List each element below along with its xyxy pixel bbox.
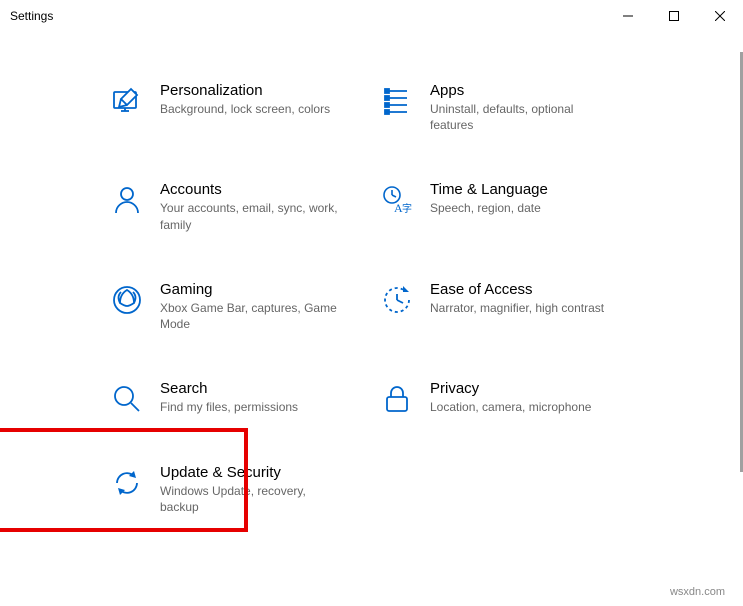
category-title: Accounts	[160, 181, 360, 198]
category-desc: Location, camera, microphone	[430, 399, 610, 415]
personalization-icon	[110, 84, 144, 118]
category-title: Time & Language	[430, 181, 630, 198]
category-update-security[interactable]: Update & Security Windows Update, recove…	[110, 464, 360, 515]
search-icon	[110, 382, 144, 416]
category-desc: Windows Update, recovery, backup	[160, 483, 340, 515]
apps-icon	[380, 84, 414, 118]
category-gaming[interactable]: Gaming Xbox Game Bar, captures, Game Mod…	[110, 281, 360, 332]
category-desc: Narrator, magnifier, high contrast	[430, 300, 610, 316]
vertical-scrollbar[interactable]	[733, 32, 743, 606]
time-language-icon: A 字	[380, 183, 414, 217]
category-desc: Speech, region, date	[430, 200, 610, 216]
category-title: Update & Security	[160, 464, 360, 481]
titlebar: Settings	[0, 0, 743, 32]
category-desc: Your accounts, email, sync, work, family	[160, 200, 340, 232]
category-desc: Uninstall, defaults, optional features	[430, 101, 610, 133]
category-title: Personalization	[160, 82, 360, 99]
category-personalization[interactable]: Personalization Background, lock screen,…	[110, 82, 360, 133]
accounts-icon	[110, 183, 144, 217]
update-security-icon	[110, 466, 144, 500]
category-apps[interactable]: Apps Uninstall, defaults, optional featu…	[380, 82, 630, 133]
category-title: Privacy	[430, 380, 630, 397]
watermark-text: wsxdn.com	[670, 586, 725, 598]
category-desc: Find my files, permissions	[160, 399, 340, 415]
ease-of-access-icon	[380, 283, 414, 317]
category-privacy[interactable]: Privacy Location, camera, microphone	[380, 380, 630, 416]
category-desc: Xbox Game Bar, captures, Game Mode	[160, 300, 340, 332]
category-accounts[interactable]: Accounts Your accounts, email, sync, wor…	[110, 181, 360, 232]
categories-grid: Personalization Background, lock screen,…	[110, 82, 703, 516]
category-title: Gaming	[160, 281, 360, 298]
category-title: Apps	[430, 82, 630, 99]
category-title: Ease of Access	[430, 281, 630, 298]
settings-content: Personalization Background, lock screen,…	[0, 32, 743, 606]
privacy-icon	[380, 382, 414, 416]
minimize-button[interactable]	[605, 0, 651, 32]
svg-text:字: 字	[402, 202, 412, 215]
gaming-icon	[110, 283, 144, 317]
maximize-button[interactable]	[651, 0, 697, 32]
window-controls	[605, 0, 743, 32]
category-time-language[interactable]: A 字 Time & Language Speech, region, date	[380, 181, 630, 232]
category-ease-of-access[interactable]: Ease of Access Narrator, magnifier, high…	[380, 281, 630, 332]
category-search[interactable]: Search Find my files, permissions	[110, 380, 360, 416]
category-desc: Background, lock screen, colors	[160, 101, 340, 117]
window-title: Settings	[10, 9, 53, 23]
close-button[interactable]	[697, 0, 743, 32]
category-title: Search	[160, 380, 360, 397]
